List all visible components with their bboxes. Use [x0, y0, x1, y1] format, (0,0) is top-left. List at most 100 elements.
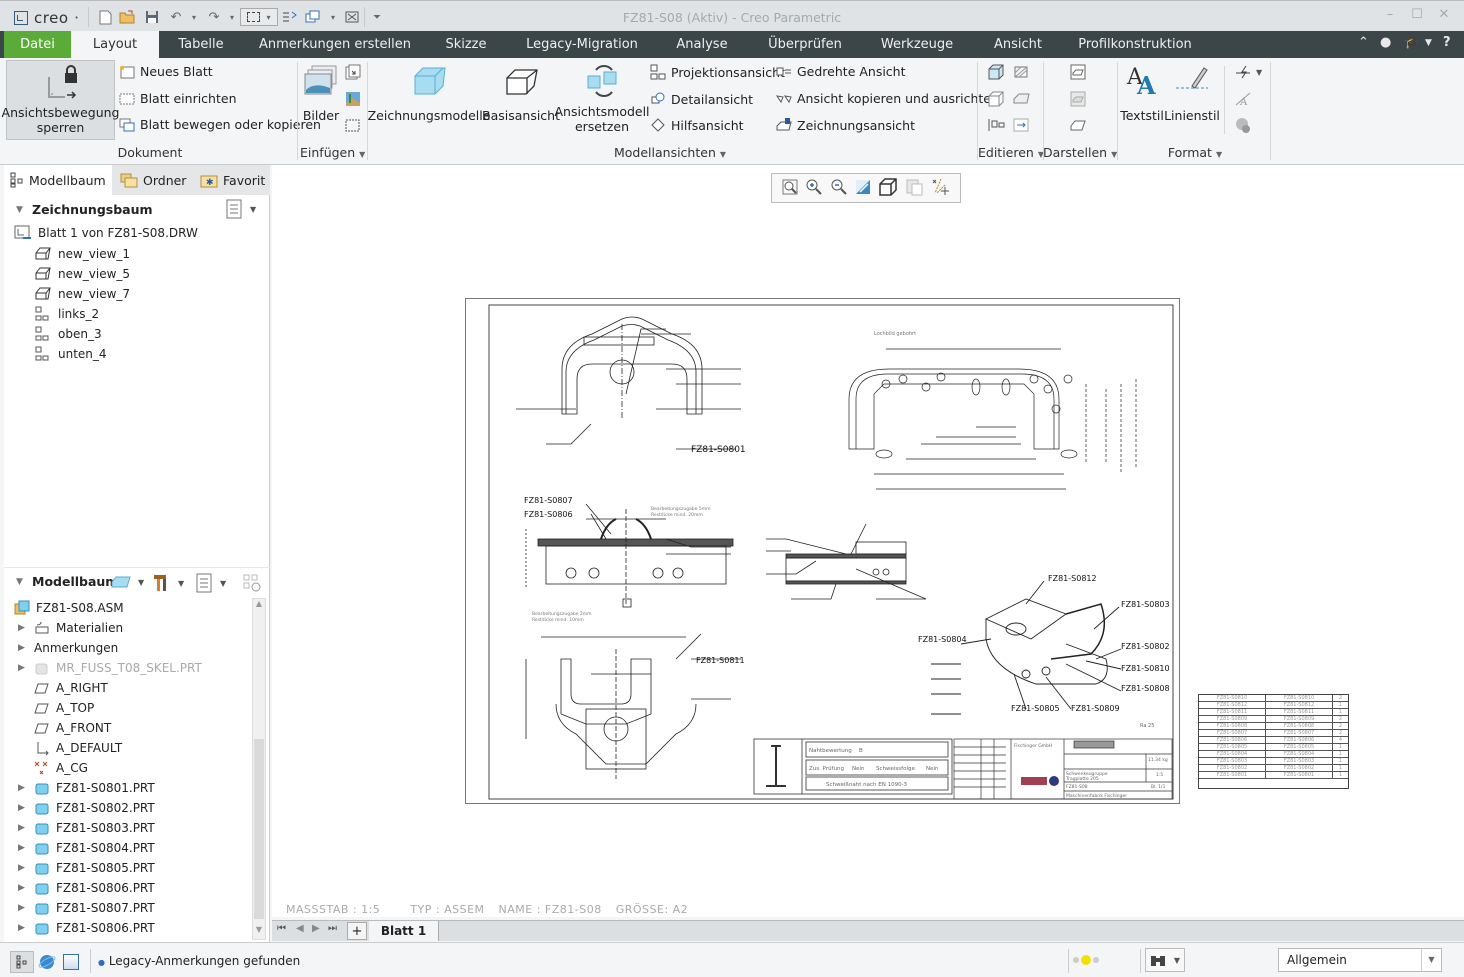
model-tree-item[interactable]: ▶ FZ81-S0802.PRT: [18, 798, 248, 818]
expand-icon[interactable]: ▶: [18, 863, 28, 873]
tree-settings-button-2[interactable]: ▼: [196, 573, 226, 593]
tab-favoriten[interactable]: ✱ Favorit: [194, 165, 270, 195]
model-tree-item[interactable]: A_DEFAULT: [18, 738, 248, 758]
help-icon[interactable]: ?: [1443, 35, 1451, 50]
zoom-fit-icon[interactable]: [781, 178, 799, 199]
scrollbar-thumb[interactable]: [254, 739, 264, 919]
bom-table[interactable]: FZ81-S0810 FZ81-S0810 2 FZ81-S0812 FZ81-S081…: [1198, 694, 1349, 789]
display-style-icon[interactable]: [878, 177, 898, 200]
expand-icon[interactable]: ▶: [18, 783, 28, 793]
view-middle-center[interactable]: [766, 523, 927, 600]
zoom-out-icon[interactable]: [830, 178, 848, 199]
group-label-modellansichten[interactable]: Modellansichten ▼: [600, 145, 740, 160]
drawing-tree-item[interactable]: links_2: [34, 304, 130, 324]
sheet-tree-root[interactable]: Blatt 1 von FZ81-S08.DRW: [14, 223, 198, 243]
close-button[interactable]: ✕: [1433, 7, 1455, 27]
expand-icon[interactable]: ▶: [18, 923, 28, 933]
tab-tabelle[interactable]: Tabelle: [165, 31, 237, 58]
model-tree-item[interactable]: A_TOP: [18, 698, 248, 718]
model-tree-item[interactable]: ▶ FZ81-S0806.PRT: [18, 918, 248, 938]
insert-region-icon[interactable]: [345, 117, 361, 136]
projection-view-button[interactable]: Projektionsansicht: [650, 64, 785, 80]
drawing-tree-item[interactable]: unten_4: [34, 344, 130, 364]
tab-layout[interactable]: Layout: [71, 31, 159, 58]
edit-tool-1-icon[interactable]: [987, 64, 1005, 83]
model-tree-item[interactable]: ▶ FZ81-S0804.PRT: [18, 838, 248, 858]
tab-analyse[interactable]: Analyse: [670, 31, 734, 58]
zoom-in-icon[interactable]: [805, 178, 823, 199]
learning-dropdown-icon[interactable]: ▼: [1425, 38, 1432, 48]
view-top-right[interactable]: [848, 348, 1137, 490]
drawing-sheet[interactable]: FZ81-S0801 Lochbild gebohrt FZ81-S0807 F…: [465, 298, 1180, 804]
insert-object-icon[interactable]: [345, 64, 361, 83]
tab-legacy-migration[interactable]: Legacy-Migration: [520, 31, 644, 58]
group-label-editieren[interactable]: Editieren ▼: [978, 145, 1044, 160]
image-icon[interactable]: [345, 91, 361, 110]
full-screen-icon[interactable]: [63, 954, 79, 970]
toggle-navigator-icon[interactable]: [10, 951, 34, 973]
expand-icon[interactable]: ▶: [18, 883, 28, 893]
model-tree-item[interactable]: ▶ FZ81-S0805.PRT: [18, 858, 248, 878]
line-style-button[interactable]: Linienstil: [1164, 62, 1220, 123]
tab-anmerkungen-erstellen[interactable]: Anmerkungen erstellen: [255, 31, 415, 58]
drawing-tree-item[interactable]: new_view_5: [34, 264, 130, 284]
learning-icon[interactable]: 🎓: [1404, 35, 1420, 50]
sheet-setup-button[interactable]: Blatt einrichten: [119, 91, 237, 106]
repaint-icon[interactable]: [854, 178, 872, 199]
base-view-button[interactable]: Basisansicht: [482, 64, 560, 123]
model-tree-item[interactable]: ▶ FZ81-S0801.PRT: [18, 778, 248, 798]
tree-tools-button[interactable]: ▼: [152, 573, 184, 593]
view-top-left[interactable]: [516, 316, 741, 450]
images-button[interactable]: Bilder: [302, 64, 340, 123]
view-isometric[interactable]: [931, 580, 1122, 715]
new-sheet-button[interactable]: Neues Blatt: [119, 64, 213, 79]
assembly-root[interactable]: FZ81-S08.ASM: [14, 598, 124, 618]
tab-modellbaum[interactable]: Modellbaum: [4, 165, 112, 195]
edit-tool-4-icon[interactable]: [1012, 91, 1030, 110]
display-tool-1-icon[interactable]: [1069, 64, 1087, 83]
hatch-tool-button[interactable]: ▼: [1234, 64, 1262, 80]
drawing-models-button[interactable]: Zeichnungsmodelle: [368, 64, 490, 123]
datum-display-icon[interactable]: [931, 177, 951, 200]
drawing-tree-item[interactable]: new_view_1: [34, 244, 130, 264]
expand-icon[interactable]: ▶: [18, 623, 28, 633]
edit-tool-6-icon[interactable]: [1012, 117, 1030, 136]
expand-icon[interactable]: ▶: [18, 803, 28, 813]
tab-ansicht[interactable]: Ansicht: [988, 31, 1048, 58]
drawing-tree-item[interactable]: oben_3: [34, 324, 130, 344]
browser-icon[interactable]: [38, 953, 56, 974]
status-message[interactable]: ● Legacy-Anmerkungen gefunden: [98, 954, 300, 968]
edit-tool-5-icon[interactable]: [987, 117, 1005, 136]
expand-icon[interactable]: ▶: [18, 843, 28, 853]
drawing-view-button[interactable]: Zeichnungsansicht: [776, 117, 915, 133]
drawing-tree-header[interactable]: ▼ Zeichnungsbaum: [16, 202, 153, 217]
group-label-darstellen[interactable]: Darstellen ▼: [1043, 145, 1117, 160]
group-label-format[interactable]: Format ▼: [1150, 145, 1240, 160]
tab-ueberpruefen[interactable]: Überprüfen: [760, 31, 850, 58]
model-tree-item[interactable]: ▶ FZ81-S0806.PRT: [18, 878, 248, 898]
selection-filter-dropdown[interactable]: Allgemein ▼: [1278, 948, 1442, 972]
auxiliary-view-button[interactable]: Hilfsansicht: [650, 117, 744, 133]
first-sheet-icon[interactable]: ⏮: [277, 923, 286, 934]
community-icon[interactable]: ●: [1380, 35, 1391, 50]
saved-views-icon[interactable]: [905, 177, 925, 200]
last-sheet-icon[interactable]: ⏭: [328, 923, 337, 934]
add-sheet-button[interactable]: +: [347, 922, 367, 940]
model-display-button[interactable]: ▼: [110, 575, 144, 589]
model-tree-item[interactable]: A_RIGHT: [18, 678, 248, 698]
model-tree-item[interactable]: ▶ FZ81-S0807.PRT: [18, 898, 248, 918]
tab-werkzeuge[interactable]: Werkzeuge: [874, 31, 960, 58]
model-tree-item[interactable]: ▶ Anmerkungen: [18, 638, 248, 658]
minimize-ribbon-icon[interactable]: ⌃: [1358, 35, 1369, 50]
revolved-view-button[interactable]: Gedrehte Ansicht: [776, 64, 906, 79]
drawing-tree-item[interactable]: new_view_7: [34, 284, 130, 304]
view-middle-left[interactable]: [525, 503, 734, 608]
find-button[interactable]: ▼: [1145, 948, 1185, 972]
lock-view-movement-button[interactable]: Ansichtsbewegung sperren: [2, 60, 119, 140]
replace-view-model-button[interactable]: Ansichtsmodell ersetzen: [554, 62, 650, 134]
scroll-down-icon[interactable]: ▼: [253, 925, 265, 939]
next-sheet-icon[interactable]: ▶: [312, 923, 320, 934]
copy-align-view-button[interactable]: Ansicht kopieren und ausrichten: [776, 91, 999, 106]
tree-settings-button[interactable]: ▼: [226, 199, 256, 219]
model-tree-header[interactable]: ▼ Modellbaum: [16, 574, 118, 589]
